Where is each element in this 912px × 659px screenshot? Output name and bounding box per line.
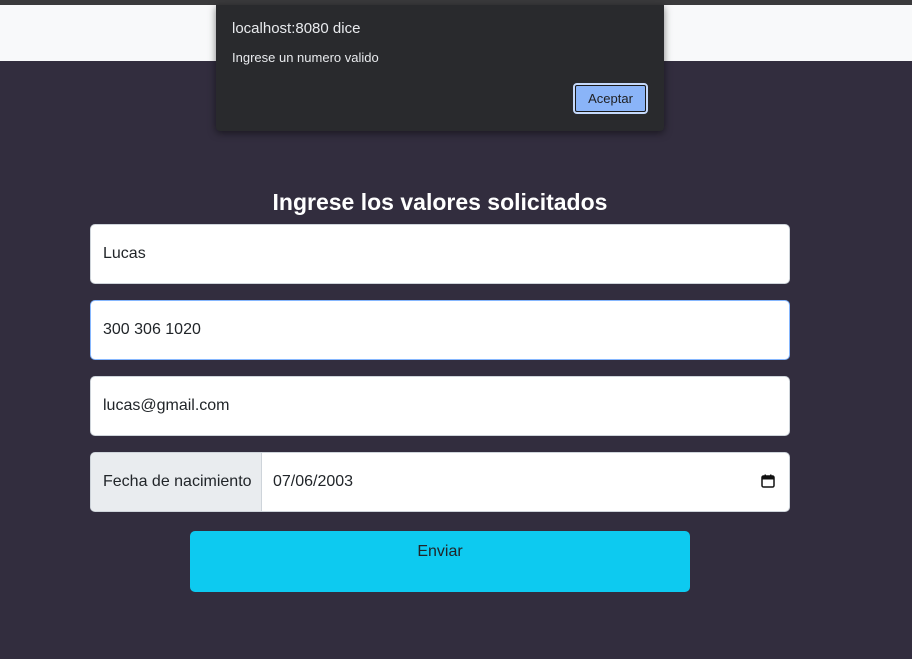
birthdate-group: Fecha de nacimiento 07/06/2003 — [90, 452, 790, 512]
phone-input[interactable] — [90, 300, 790, 360]
name-input[interactable] — [90, 224, 790, 284]
calendar-icon[interactable] — [761, 474, 775, 488]
page: Ingrese los valores solicitados Fecha de… — [0, 0, 912, 659]
dialog-origin: localhost:8080 dice — [232, 20, 361, 37]
alert-dialog: localhost:8080 dice Ingrese un numero va… — [216, 5, 664, 131]
dialog-accept-button[interactable]: Aceptar — [573, 83, 648, 114]
form-title: Ingrese los valores solicitados — [272, 189, 608, 215]
birthdate-label: Fecha de nacimiento — [91, 453, 262, 511]
submit-button[interactable]: Enviar — [190, 531, 690, 592]
email-input[interactable] — [90, 376, 790, 436]
dialog-message: Ingrese un numero valido — [232, 50, 379, 65]
birthdate-value: 07/06/2003 — [273, 473, 354, 490]
birthdate-input[interactable]: 07/06/2003 — [262, 453, 789, 511]
